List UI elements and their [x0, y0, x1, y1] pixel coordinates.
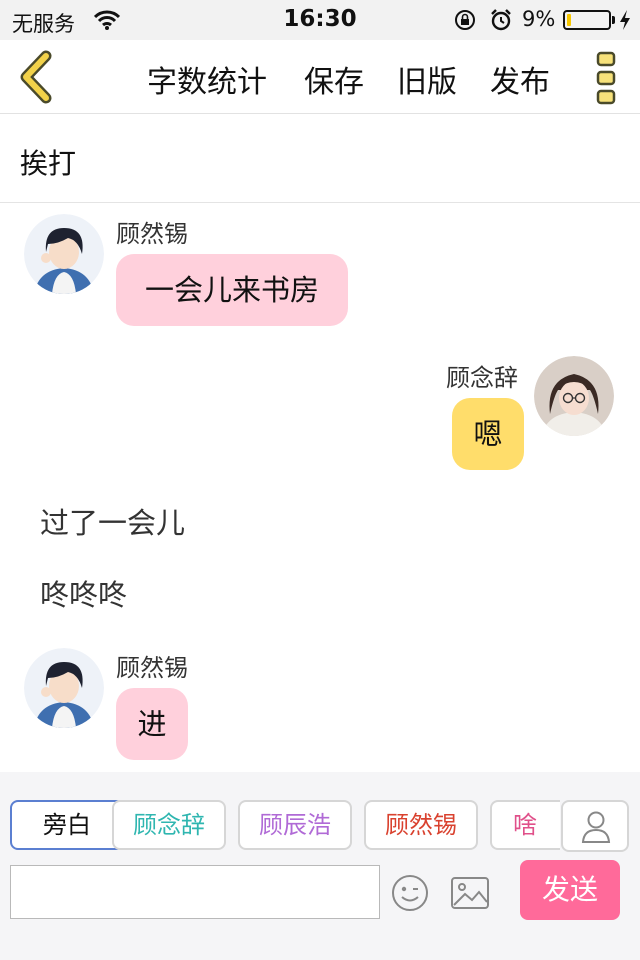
- avatar-gu-ranxi[interactable]: [24, 648, 104, 728]
- speaker-name: 顾然锡: [116, 220, 188, 248]
- message-input[interactable]: [10, 865, 380, 919]
- status-bar: 无服务 16:30 9%: [0, 0, 640, 40]
- battery-cap: [612, 16, 615, 24]
- add-character-button[interactable]: [561, 800, 629, 852]
- send-button[interactable]: 发送: [520, 860, 620, 920]
- narration-text[interactable]: 过了一会儿: [40, 500, 185, 542]
- character-chip-narrator[interactable]: 旁白: [10, 800, 124, 850]
- chevron-left-icon[interactable]: [14, 50, 60, 104]
- more-vertical-icon[interactable]: [593, 50, 619, 106]
- publish-button[interactable]: 发布: [490, 57, 550, 101]
- word-count-button[interactable]: 字数统计: [147, 57, 267, 101]
- nav-bar: 字数统计 保存 旧版 发布: [0, 40, 640, 114]
- battery-percent: 9%: [522, 7, 556, 31]
- image-icon[interactable]: [450, 875, 490, 911]
- character-chip-other[interactable]: 啥都: [490, 800, 560, 850]
- avatar-gu-ranxi[interactable]: [24, 214, 104, 294]
- person-icon: [581, 811, 611, 843]
- rotation-lock-icon: [455, 10, 475, 30]
- speaker-name: 顾然锡: [116, 654, 188, 682]
- alarm-icon: [491, 9, 511, 31]
- battery-icon: [563, 10, 611, 30]
- composer-panel: 旁白 顾念辞 顾辰浩 顾然锡 啥都 发送: [0, 772, 640, 960]
- character-chip-gu-chenhao[interactable]: 顾辰浩: [238, 800, 352, 850]
- old-version-button[interactable]: 旧版: [397, 57, 457, 101]
- message-bubble[interactable]: 嗯: [452, 398, 524, 470]
- message-bubble[interactable]: 一会儿来书房: [116, 254, 348, 326]
- avatar-gu-nianci[interactable]: [534, 356, 614, 436]
- narration-text[interactable]: 咚咚咚: [40, 572, 127, 614]
- story-title-row[interactable]: 挨打: [0, 114, 640, 203]
- emoji-icon[interactable]: [390, 873, 430, 913]
- save-button[interactable]: 保存: [304, 57, 364, 101]
- message-bubble[interactable]: 进: [116, 688, 188, 760]
- story-title: 挨打: [20, 147, 77, 180]
- character-chip-gu-ranxi[interactable]: 顾然锡: [364, 800, 478, 850]
- speaker-name: 顾念辞: [446, 364, 518, 392]
- character-chip-gu-nianci[interactable]: 顾念辞: [112, 800, 226, 850]
- charging-bolt-icon: [620, 10, 630, 30]
